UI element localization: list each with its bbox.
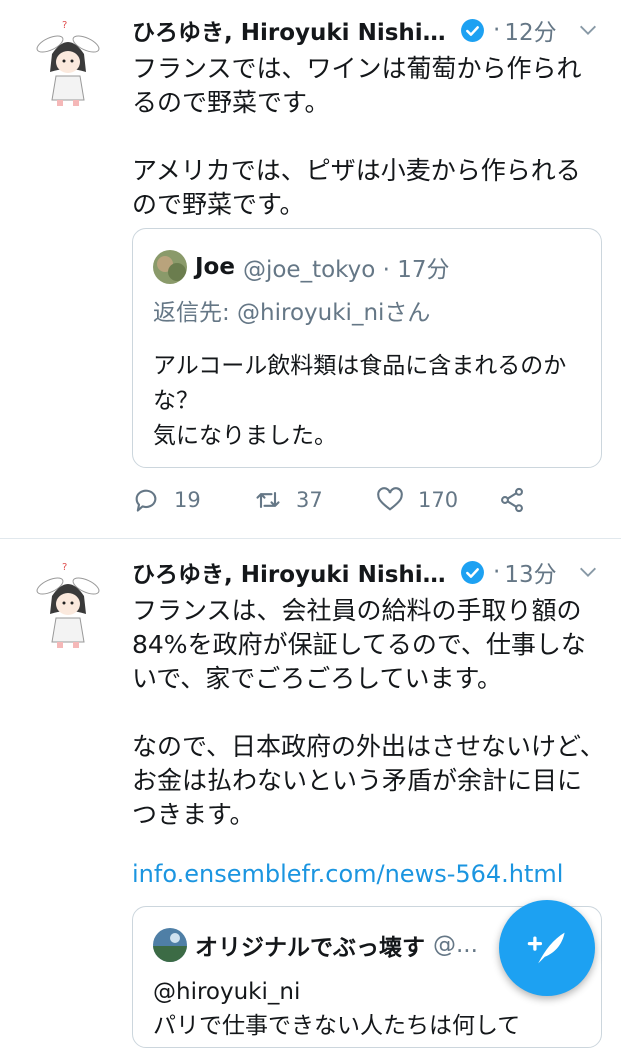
heart-icon — [377, 487, 403, 511]
quoted-tweet-text: アルコール飲料類は食品に含まれるのかな？ 気になりました。 — [153, 353, 567, 449]
quoted-tweet-header: Joe @joe_tokyo · 17分 — [153, 249, 581, 285]
chevron-down-icon[interactable] — [577, 19, 599, 41]
reply-count: 19 — [174, 488, 201, 512]
tweet-header: ひろゆき, Hiroyuki Nishim... · 13分 — [132, 552, 605, 592]
reply-icon — [135, 489, 157, 512]
quoted-reply-to: 返信先: @hiroyuki_niさん — [153, 300, 431, 326]
verified-badge-icon — [461, 560, 484, 584]
tweet-time[interactable]: 12分 — [504, 13, 556, 47]
tweet-header: ひろゆき, Hiroyuki Nishim... · 12分 — [132, 10, 605, 50]
author-name[interactable]: ひろゆき, Hiroyuki Nishim... — [132, 13, 454, 47]
tweet-divider — [0, 538, 621, 539]
svg-text:?: ? — [62, 20, 67, 31]
author-name[interactable]: ひろゆき, Hiroyuki Nishim... — [132, 555, 454, 589]
author-avatar[interactable]: ? — [30, 558, 106, 650]
retweet-count: 37 — [296, 488, 323, 512]
retweet-button[interactable]: 37 — [254, 486, 376, 514]
chevron-down-icon[interactable] — [577, 561, 599, 583]
tweet-text: フランスは、会社員の給料の手取り額の84%を政府が保証してるので、仕事しないで、… — [132, 596, 605, 829]
verified-badge-icon — [461, 18, 484, 42]
compose-tweet-button[interactable] — [499, 900, 595, 996]
tweet-actions: 19 37 170 — [132, 486, 540, 514]
svg-text:?: ? — [62, 562, 67, 573]
quoted-author-name: Joe — [195, 254, 235, 280]
tweet-content: ひろゆき, Hiroyuki Nishim... · 13分 フランスは、会社員… — [132, 552, 605, 888]
like-count: 170 — [418, 488, 459, 512]
quoted-tweet-text: パリで仕事できない人たちは何して — [153, 1013, 521, 1039]
compose-tweet-icon — [527, 932, 565, 964]
share-button[interactable] — [498, 486, 540, 514]
separator-dot: · — [493, 17, 501, 43]
reply-button[interactable]: 19 — [132, 486, 254, 514]
tweet-text: フランスでは、ワインは葡萄から作られるので野菜です。 アメリカでは、ピザは小麦か… — [132, 54, 582, 219]
quoted-author-handle: @... — [433, 932, 478, 958]
quoted-tweet[interactable]: Joe @joe_tokyo · 17分 返信先: @hiroyuki_niさん… — [132, 228, 602, 468]
retweet-icon — [256, 491, 280, 509]
quoted-author-handle: @joe_tokyo · 17分 — [242, 257, 450, 283]
quoted-author-avatar — [153, 928, 187, 962]
tweet-content: ひろゆき, Hiroyuki Nishim... · 12分 フランスでは、ワイ… — [132, 10, 605, 222]
author-avatar[interactable]: ? — [30, 16, 106, 108]
tweet-time[interactable]: 13分 — [504, 555, 556, 589]
tweet-link[interactable]: info.ensemblefr.com/news-564.html — [132, 860, 605, 888]
quoted-author-name: オリジナルでぶっ壊す — [195, 935, 425, 961]
separator-dot: · — [493, 559, 501, 585]
like-button[interactable]: 170 — [376, 486, 498, 514]
share-icon — [501, 487, 523, 513]
quoted-author-avatar — [153, 250, 187, 284]
